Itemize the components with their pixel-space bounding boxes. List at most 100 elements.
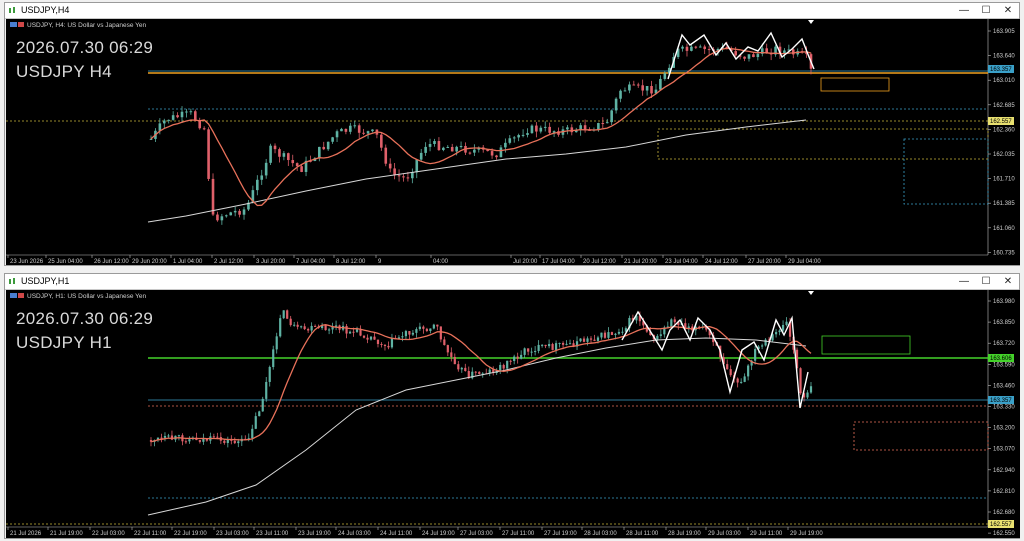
candle-body (324, 325, 327, 331)
minimize-button[interactable]: — (953, 3, 975, 18)
candle-body (610, 332, 614, 335)
candle-body (295, 163, 299, 167)
candle-body (534, 350, 537, 352)
candle-body (310, 325, 313, 331)
candle-body (393, 168, 396, 176)
candle-body (380, 134, 383, 148)
candle-body (272, 349, 275, 368)
candle-body (437, 141, 441, 151)
chart-canvas[interactable]: USDJPY, H4: US Dollar vs Japanese Yen 163… (6, 19, 1020, 265)
close-button[interactable]: ✕ (997, 3, 1019, 18)
candle-body (623, 90, 627, 92)
close-button[interactable]: ✕ (997, 274, 1019, 289)
candle-body (326, 141, 330, 150)
chart-info-text: USDJPY, H4: US Dollar vs Japanese Yen (27, 22, 146, 29)
candle-body (318, 146, 321, 159)
candle-body (499, 147, 503, 158)
time-tick-label: 9 (378, 259, 382, 265)
zone-rectangle (657, 128, 989, 160)
candle-body (530, 351, 533, 353)
price-chart-h1[interactable]: USDJPY, H1: US Dollar vs Japanese Yen 163… (6, 290, 1020, 538)
candle-body (628, 84, 631, 91)
candle-body (809, 386, 813, 393)
candle-body (229, 212, 233, 216)
candle-body (502, 364, 505, 369)
candle-body (603, 332, 607, 338)
candle-body (455, 146, 458, 152)
price-tick-label: 162.360 (993, 127, 1015, 133)
candle-body (450, 352, 453, 357)
ma-slow-line (147, 119, 807, 223)
candle-body (659, 334, 662, 336)
price-tick-label: 163.330 (993, 405, 1015, 411)
candle-body (543, 126, 547, 128)
chart-window-h4[interactable]: USDJPY,H4 — ☐ ✕ USDJPY, H4: US Dollar vs… (4, 2, 1020, 266)
candle-body (446, 345, 449, 353)
candle-body (756, 53, 760, 58)
zone-rectangle (853, 421, 989, 451)
candle-body (185, 111, 188, 113)
candle-body (349, 125, 352, 132)
candle-body (388, 163, 392, 169)
candle-body (521, 134, 525, 136)
candle-body (184, 441, 188, 443)
candle-body (376, 339, 380, 344)
candle-body (291, 160, 295, 164)
candle-body (237, 441, 240, 444)
candle-body (335, 131, 339, 138)
price-tick-label: 161.385 (993, 201, 1015, 207)
candle-body (785, 321, 788, 325)
candle-body (401, 336, 404, 338)
candle-body (225, 215, 228, 217)
candle-body (761, 345, 764, 347)
candle-body (424, 146, 427, 153)
candle-body (684, 323, 687, 328)
candle-body (537, 344, 540, 351)
flag-icon (18, 293, 24, 298)
flag-icon (18, 22, 24, 27)
window-titlebar[interactable]: USDJPY,H4 — ☐ ✕ (5, 3, 1019, 19)
candle-body (366, 131, 370, 134)
chart-window-h1[interactable]: USDJPY,H1 — ☐ ✕ USDJPY, H1: US Dollar vs… (4, 273, 1020, 539)
flag-icon (10, 293, 17, 298)
price-label: 162.557 (990, 522, 1012, 528)
candle-body (530, 125, 534, 134)
candle-body (523, 348, 526, 355)
candle-body (300, 166, 303, 172)
candle-body (322, 146, 326, 150)
candle-body (597, 123, 600, 130)
time-tick-label: 21 Jul 19:00 (50, 531, 83, 537)
time-tick-label: 22 Jul 03:00 (92, 531, 125, 537)
candle-body (747, 54, 751, 59)
candle-body (734, 51, 737, 56)
time-tick-label: 3 Jul 20:00 (256, 259, 286, 265)
chart-date-label: 2026.07.30 06:29 (16, 38, 154, 57)
minimize-button[interactable]: — (953, 274, 975, 289)
price-chart-h4[interactable]: USDJPY, H4: US Dollar vs Japanese Yen 163… (6, 19, 1020, 265)
time-tick-label: 23 Jul 03:00 (216, 531, 249, 537)
time-tick-label: 24 Jul 11:00 (380, 531, 413, 537)
time-tick-label: Jul 20:00 (513, 259, 538, 265)
candle-body (352, 331, 355, 333)
candle-body (743, 376, 746, 382)
candle-body (256, 179, 259, 191)
candle-body (402, 176, 405, 178)
candle-body (254, 416, 257, 429)
candle-body (188, 439, 191, 442)
candle-body (687, 326, 690, 328)
price-tick-label: 163.720 (993, 341, 1015, 347)
candle-body (554, 343, 558, 350)
maximize-button[interactable]: ☐ (975, 3, 997, 18)
candle-body (160, 437, 163, 439)
candle-body (443, 339, 446, 346)
candle-body (596, 337, 600, 341)
candle-body (408, 331, 411, 335)
maximize-button[interactable]: ☐ (975, 274, 997, 289)
chart-canvas[interactable]: USDJPY, H1: US Dollar vs Japanese Yen 163… (6, 290, 1020, 538)
candle-body (397, 175, 401, 177)
time-tick-label: 29 Jun 20:00 (132, 259, 167, 265)
time-tick-label: 27 Jul 03:00 (460, 531, 493, 537)
candle-body (459, 145, 463, 147)
candle-body (371, 129, 374, 132)
window-titlebar[interactable]: USDJPY,H1 — ☐ ✕ (5, 274, 1019, 290)
